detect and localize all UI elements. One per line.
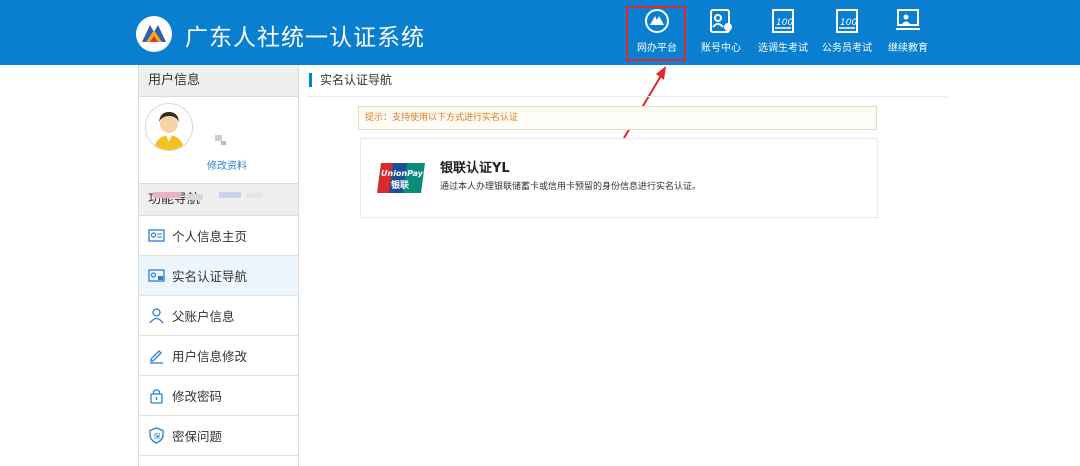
unionpay-logo-icon: UnionPay 银联: [377, 163, 425, 193]
unionpay-auth-card[interactable]: UnionPay 银联 银联认证YL 通过本人办理银联储蓄卡或信用卡预留的身份信…: [360, 138, 878, 218]
edit-profile-link[interactable]: 修改资料: [207, 157, 247, 172]
sidebar-item-label: 密保问题: [172, 429, 223, 444]
masked-info: [219, 192, 241, 198]
sidebar-item-label: 个人信息主页: [172, 229, 248, 244]
masked-info: [247, 193, 263, 198]
method-description: 通过本人办理银联储蓄卡或信用卡预留的身份信息进行实名认证。: [440, 182, 702, 192]
sidebar-item-label: 用户信息修改: [172, 349, 248, 364]
user-info-heading: 用户信息: [139, 65, 298, 97]
svg-text:100: 100: [776, 18, 793, 28]
function-nav-heading: 功能导航: [139, 184, 298, 216]
shield-icon: 保: [149, 427, 164, 444]
highlight-box: [626, 6, 686, 61]
page-title: 实名认证导航: [309, 73, 392, 87]
exam-icon: 100: [772, 9, 794, 33]
profile-card-icon: [148, 229, 165, 242]
nav-label: 选调生考试: [758, 43, 808, 54]
masked-info: [185, 194, 203, 200]
nav-label: 继续教育: [888, 43, 928, 54]
svg-text:100: 100: [840, 18, 857, 28]
sidebar-item-edit-info[interactable]: 用户信息修改: [139, 336, 298, 376]
sidebar-item-security-question[interactable]: 保 密保问题: [139, 416, 298, 456]
nav-item-continuing-education[interactable]: 继续教育: [880, 5, 936, 61]
method-title: 银联认证YL: [440, 161, 510, 176]
masked-username: [221, 141, 226, 145]
nav-item-selection-exam[interactable]: 100 选调生考试: [752, 5, 814, 61]
top-header: 广东人社统一认证系统 网办平台 账号中心 100 选调生考试 100 公务员考试: [0, 0, 1080, 65]
tip-notice: 提示：支持使用以下方式进行实名认证: [358, 106, 877, 130]
sidebar: 用户信息 修改资料 功能导航 个人信息主页 实名认证导航 父账户信息 用户信息修: [138, 65, 299, 466]
sidebar-item-label: 修改密码: [172, 389, 223, 404]
user-icon: [149, 308, 164, 324]
education-icon: [896, 9, 920, 30]
sidebar-item-label: 实名认证导航: [172, 269, 248, 284]
nav-label: 账号中心: [701, 43, 741, 54]
avatar: [145, 103, 193, 151]
nav-item-civil-service-exam[interactable]: 100 公务员考试: [816, 5, 878, 61]
divider: [307, 96, 947, 97]
lock-icon: [150, 389, 163, 404]
nav-item-account-center[interactable]: 账号中心: [692, 5, 750, 61]
svg-text:UnionPay: UnionPay: [381, 169, 424, 178]
svg-text:保: 保: [154, 432, 161, 441]
sidebar-item-label: 父账户信息: [172, 309, 235, 324]
realname-card-icon: [148, 269, 165, 282]
exam-icon: 100: [836, 9, 858, 33]
masked-info: [153, 192, 181, 198]
nav-label: 公务员考试: [822, 43, 872, 54]
sidebar-item-personal-home[interactable]: 个人信息主页: [139, 216, 298, 256]
svg-text:银联: 银联: [391, 179, 410, 191]
id-card-icon: [710, 9, 732, 33]
user-info-panel: 修改资料: [139, 97, 298, 200]
site-logo[interactable]: [136, 16, 172, 52]
pencil-icon: [150, 350, 163, 364]
sidebar-item-parent-account[interactable]: 父账户信息: [139, 296, 298, 336]
sidebar-item-change-password[interactable]: 修改密码: [139, 376, 298, 416]
site-title: 广东人社统一认证系统: [185, 25, 425, 51]
sidebar-item-realname-nav[interactable]: 实名认证导航: [139, 256, 298, 296]
